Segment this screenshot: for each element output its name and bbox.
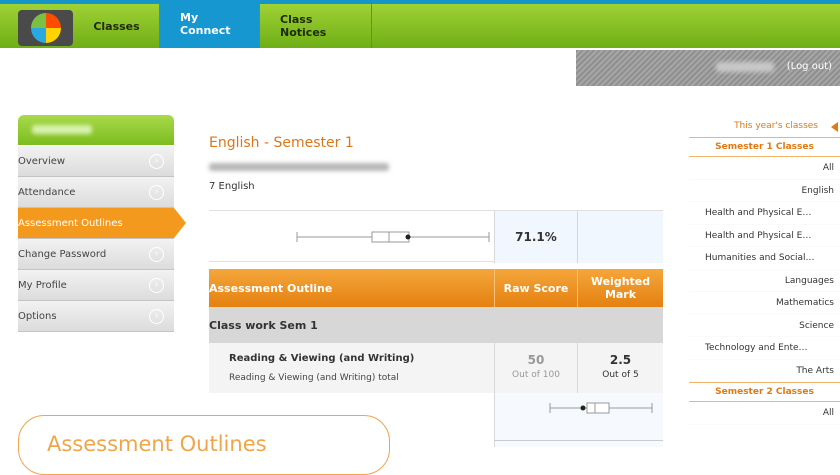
assessment-subtitle: Reading & Viewing (and Writing) total bbox=[229, 373, 399, 383]
logo-icon bbox=[30, 13, 61, 43]
user-bar: (Log out) bbox=[576, 50, 840, 86]
class-link[interactable]: Humanities and Social… bbox=[689, 247, 840, 270]
assessment-name: Reading & Viewing (and Writing) bbox=[229, 353, 415, 364]
nav-class-notices[interactable]: Class Notices bbox=[260, 4, 372, 48]
page-title: English - Semester 1 bbox=[209, 135, 354, 151]
chevron-right-icon: › bbox=[149, 185, 164, 200]
page-tooltip: Assessment Outlines bbox=[18, 415, 390, 475]
class-name: 7 English bbox=[209, 181, 255, 192]
tooltip-text: Assessment Outlines bbox=[47, 432, 267, 456]
main-nav: Classes My Connect Class Notices bbox=[74, 0, 372, 48]
sidebar-header bbox=[18, 115, 174, 145]
school-name-blurred bbox=[209, 163, 389, 171]
sidebar-username-blurred bbox=[32, 125, 92, 134]
right-panel-header: This year's classes bbox=[734, 121, 818, 131]
sidebar: Overview › Attendance › Assessment Outli… bbox=[18, 146, 186, 332]
class-link[interactable]: Mathematics bbox=[689, 292, 840, 315]
row-box-plot bbox=[549, 402, 653, 414]
class-link[interactable]: Languages bbox=[689, 270, 840, 292]
col-raw-score: Raw Score bbox=[494, 269, 577, 307]
chevron-right-icon: › bbox=[149, 278, 164, 293]
sidebar-item-options[interactable]: Options › bbox=[18, 301, 174, 332]
semester-2-header: Semester 2 Classes bbox=[689, 382, 840, 402]
username-blurred bbox=[716, 62, 774, 72]
class-link[interactable]: All bbox=[689, 402, 840, 425]
class-link[interactable]: Health and Physical E… bbox=[689, 225, 840, 247]
sidebar-item-label: Attendance bbox=[18, 186, 76, 198]
sidebar-item-label: Change Password bbox=[18, 248, 107, 260]
chevron-right-icon: › bbox=[149, 154, 164, 169]
logout-link[interactable]: (Log out) bbox=[787, 61, 832, 72]
nav-my-connect[interactable]: My Connect bbox=[160, 0, 260, 48]
app-logo[interactable] bbox=[18, 10, 73, 46]
weighted-mark-cell: 2.5 Out of 5 bbox=[577, 343, 663, 393]
class-link[interactable]: Technology and Ente… bbox=[689, 337, 840, 360]
sidebar-item-label: Assessment Outlines bbox=[18, 217, 123, 229]
section-row: Class work Sem 1 bbox=[209, 307, 663, 343]
class-link[interactable]: Science bbox=[689, 315, 840, 337]
raw-out-of: Out of 100 bbox=[512, 370, 560, 380]
class-link[interactable]: English bbox=[689, 180, 840, 202]
sidebar-item-overview[interactable]: Overview › bbox=[18, 146, 174, 177]
summary-empty-cell bbox=[577, 211, 663, 263]
sidebar-item-attendance[interactable]: Attendance › bbox=[18, 177, 174, 208]
sidebar-item-my-profile[interactable]: My Profile › bbox=[18, 270, 174, 301]
table-row[interactable]: Reading & Viewing (and Writing) Reading … bbox=[209, 343, 663, 393]
right-panel: This year's classes Semester 1 Classes A… bbox=[689, 118, 840, 425]
sidebar-item-label: Overview bbox=[18, 155, 66, 167]
semester-1-header: Semester 1 Classes bbox=[689, 137, 840, 157]
this-years-classes-toggle[interactable]: This year's classes bbox=[689, 118, 840, 137]
sidebar-item-label: My Profile bbox=[18, 279, 67, 291]
summary-row: 71.1% bbox=[209, 210, 663, 263]
weighted-out-of: Out of 5 bbox=[602, 370, 639, 380]
col-assessment-outline: Assessment Outline bbox=[209, 282, 333, 295]
weighted-mark: 2.5 bbox=[609, 353, 632, 367]
class-link[interactable]: Health and Physical E… bbox=[689, 202, 840, 225]
raw-score: 50 bbox=[527, 353, 545, 367]
collapse-arrow-icon bbox=[831, 122, 838, 132]
top-nav-bar: Classes My Connect Class Notices bbox=[0, 0, 840, 48]
chevron-right-icon: › bbox=[149, 309, 164, 324]
chevron-right-icon: › bbox=[149, 247, 164, 262]
raw-score-cell: 50 Out of 100 bbox=[494, 343, 577, 393]
summary-percent: 71.1% bbox=[494, 211, 577, 263]
nav-classes[interactable]: Classes bbox=[74, 4, 160, 48]
class-link[interactable]: The Arts bbox=[689, 360, 840, 382]
divider bbox=[494, 440, 663, 441]
sidebar-item-assessment-outlines[interactable]: Assessment Outlines bbox=[18, 208, 186, 239]
row-box-plot-cell bbox=[494, 393, 663, 447]
col-weighted-mark: Weighted Mark bbox=[577, 269, 663, 307]
class-link[interactable]: All bbox=[689, 157, 840, 180]
summary-box-plot bbox=[296, 231, 490, 243]
sidebar-item-change-password[interactable]: Change Password › bbox=[18, 239, 174, 270]
sidebar-item-label: Options bbox=[18, 310, 57, 322]
assessment-table-header: Assessment Outline Raw Score Weighted Ma… bbox=[209, 269, 663, 307]
